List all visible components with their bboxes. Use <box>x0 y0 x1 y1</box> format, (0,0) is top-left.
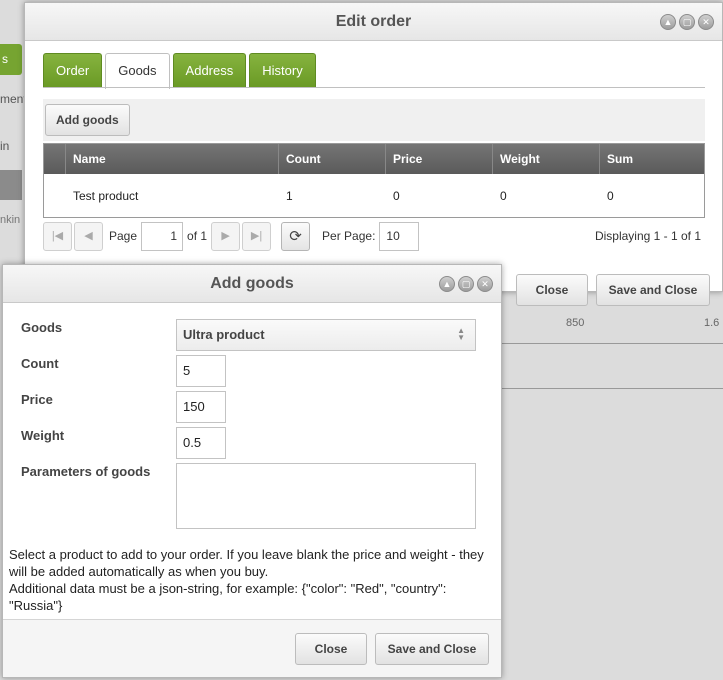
tab-divider <box>43 87 705 88</box>
page-label: Page <box>109 229 138 243</box>
cell-price: 0 <box>393 189 400 203</box>
collapse-icon[interactable]: ▲ <box>660 14 676 30</box>
pagination-bar: |◀ ◀ Page 1 of 1 ▶ ▶| ⟳ Per Page: 10 Dis… <box>43 219 705 253</box>
add-goods-titlebar[interactable]: Add goods ▲ ▢ ✕ <box>3 265 501 303</box>
window-title: Add goods <box>210 275 294 292</box>
background-divider <box>500 343 723 344</box>
background-divider <box>500 388 723 389</box>
column-header-count[interactable]: Count <box>279 144 386 174</box>
close-icon[interactable]: ✕ <box>698 14 714 30</box>
parameters-label: Parameters of goods <box>21 464 151 479</box>
close-icon[interactable]: ✕ <box>477 276 493 292</box>
cell-count: 1 <box>286 189 293 203</box>
price-field[interactable]: 150 <box>176 391 226 423</box>
background-text: ment <box>0 92 27 106</box>
goods-select-value: Ultra product <box>183 327 265 342</box>
column-header-name[interactable]: Name <box>66 144 279 174</box>
displaying-status: Displaying 1 - 1 of 1 <box>594 229 701 243</box>
count-label: Count <box>21 356 59 371</box>
grid-header: Name Count Price Weight Sum <box>44 144 704 174</box>
cell-name: Test product <box>73 189 139 203</box>
edit-order-window: Edit order ▲ ▢ ✕ Order Goods Address His… <box>24 2 723 306</box>
tab-goods[interactable]: Goods <box>105 53 170 89</box>
maximize-icon[interactable]: ▢ <box>679 14 695 30</box>
add-goods-button[interactable]: Add goods <box>45 104 130 136</box>
tab-history[interactable]: History <box>249 53 316 87</box>
goods-select[interactable]: Ultra product ▲ ▼ <box>176 319 476 351</box>
goods-label: Goods <box>21 320 63 335</box>
column-header-sum[interactable]: Sum <box>600 144 704 174</box>
page-number-input[interactable]: 1 <box>141 221 184 251</box>
price-label: Price <box>21 392 53 407</box>
background-value: 850 <box>566 317 585 329</box>
refresh-icon[interactable]: ⟳ <box>281 221 311 251</box>
per-page-label: Per Page: <box>322 229 376 243</box>
collapse-icon[interactable]: ▲ <box>439 276 455 292</box>
goods-toolbar: Add goods <box>43 99 705 141</box>
row-number-cell <box>44 174 66 218</box>
maximize-icon[interactable]: ▢ <box>458 276 474 292</box>
weight-field[interactable]: 0.5 <box>176 427 226 459</box>
edit-order-footer: Close Save and Close <box>516 274 710 306</box>
tab-address[interactable]: Address <box>172 53 247 87</box>
background-text: nkin <box>0 214 21 226</box>
page-count-label: of 1 <box>187 229 208 243</box>
per-page-input[interactable]: 10 <box>379 221 420 251</box>
next-page-icon[interactable]: ▶ <box>211 221 241 251</box>
select-arrows-icon: ▲ ▼ <box>457 326 465 342</box>
background-header-strip <box>0 170 22 200</box>
table-row[interactable]: Test product 1 0 0 0 <box>44 174 704 218</box>
background-text: in <box>0 139 10 153</box>
cell-weight: 0 <box>500 189 507 203</box>
weight-label: Weight <box>21 428 65 443</box>
help-text-line: Additional data must be a json-string, f… <box>9 581 447 613</box>
column-header-price[interactable]: Price <box>386 144 493 174</box>
help-text-line: Select a product to add to your order. I… <box>9 547 484 579</box>
help-text: Select a product to add to your order. I… <box>9 546 497 614</box>
row-number-header <box>44 144 66 174</box>
save-and-close-button[interactable]: Save and Close <box>375 633 489 665</box>
cell-sum: 0 <box>607 189 614 203</box>
tab-bar: Order Goods Address History <box>43 53 316 89</box>
window-title: Edit order <box>335 13 412 30</box>
count-field[interactable]: 5 <box>176 355 226 387</box>
background-value: 1.6 <box>704 317 720 329</box>
close-button[interactable]: Close <box>516 274 588 306</box>
last-page-icon[interactable]: ▶| <box>242 221 272 251</box>
add-goods-footer: Close Save and Close <box>3 619 501 677</box>
column-header-weight[interactable]: Weight <box>493 144 600 174</box>
close-button[interactable]: Close <box>295 633 367 665</box>
tab-order[interactable]: Order <box>43 53 103 87</box>
edit-order-titlebar[interactable]: Edit order ▲ ▢ ✕ <box>25 3 722 41</box>
prev-page-icon[interactable]: ◀ <box>74 221 103 251</box>
add-goods-window: Add goods ▲ ▢ ✕ Goods Ultra product ▲ ▼ C… <box>2 264 502 678</box>
background-tab[interactable]: s <box>0 44 22 75</box>
goods-grid: Name Count Price Weight Sum Test product… <box>43 143 705 218</box>
first-page-icon[interactable]: |◀ <box>43 221 72 251</box>
save-and-close-button[interactable]: Save and Close <box>596 274 710 306</box>
parameters-textarea[interactable] <box>176 463 476 529</box>
